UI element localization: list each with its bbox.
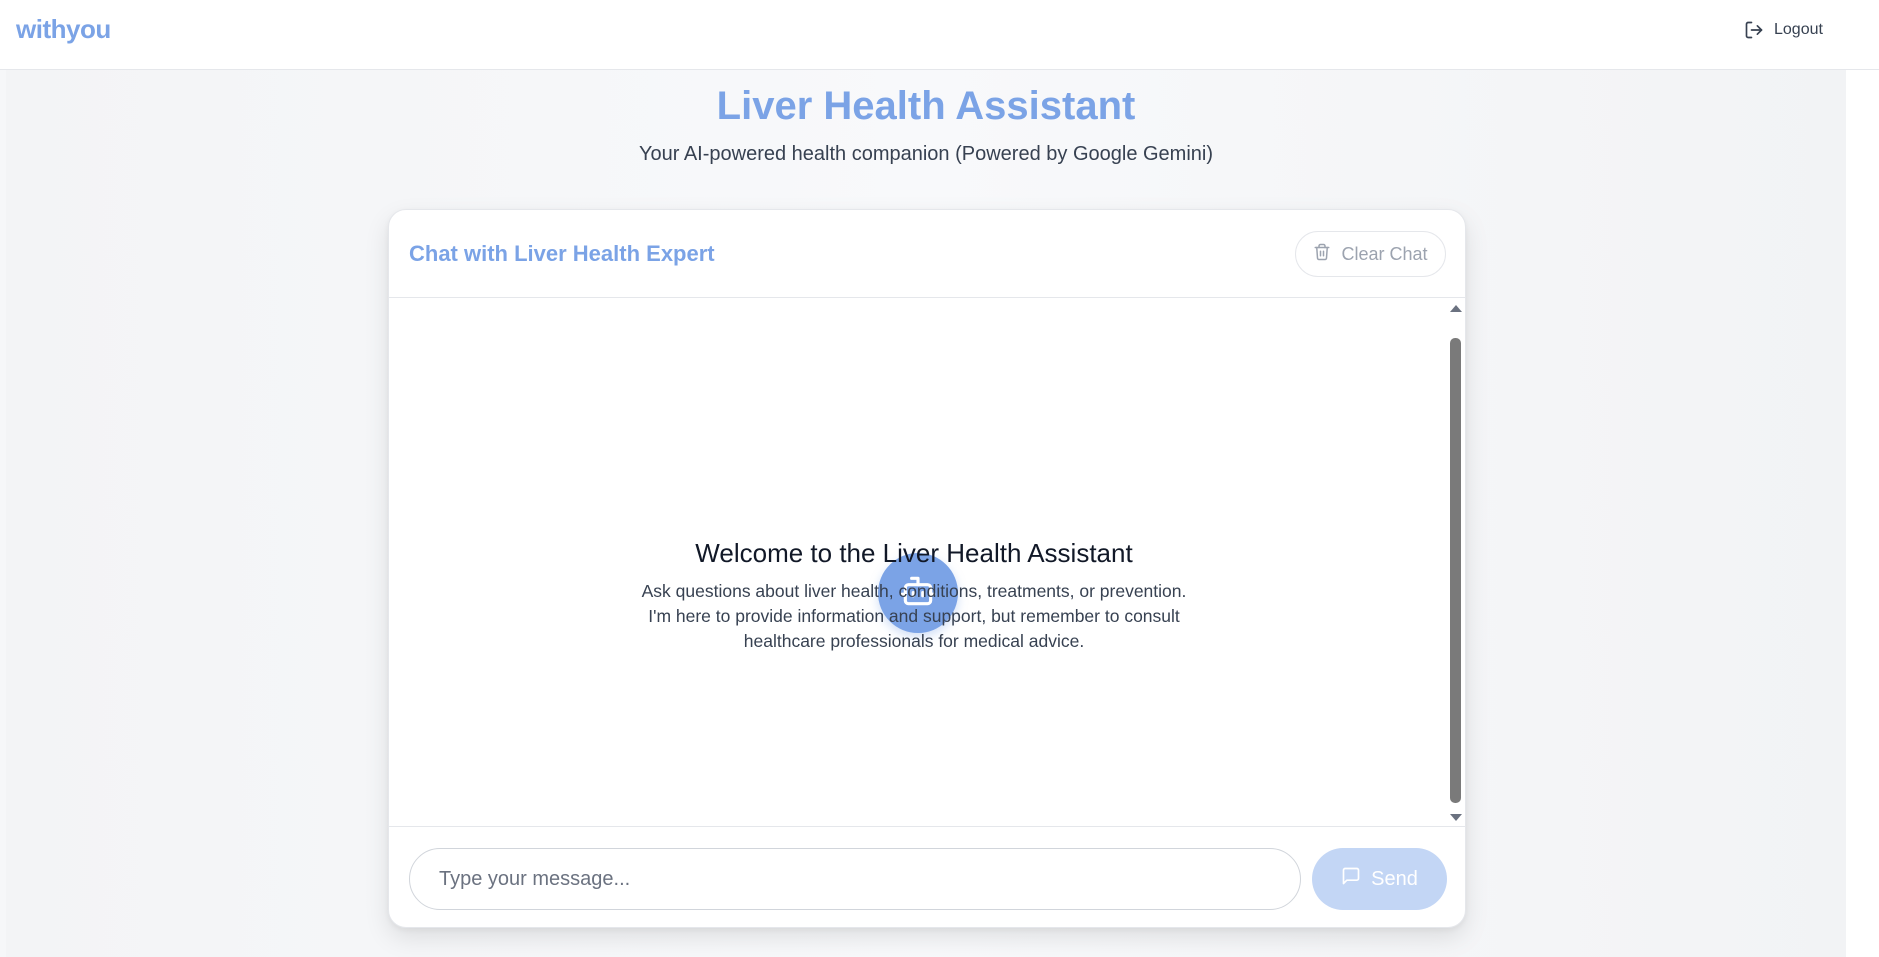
page-title: Liver Health Assistant <box>716 84 1136 128</box>
welcome-line: Ask questions about liver health, condit… <box>641 581 1187 601</box>
scroll-up-arrow-icon[interactable] <box>1450 305 1462 312</box>
message-composer: Send <box>389 826 1465 927</box>
message-input[interactable] <box>409 848 1301 910</box>
scroll-down-arrow-icon[interactable] <box>1450 814 1462 821</box>
page-right-gutter <box>1846 70 1879 957</box>
trash-icon <box>1313 242 1331 267</box>
welcome-line: healthcare professionals for medical adv… <box>743 631 1085 651</box>
chat-header: Chat with Liver Health Expert Clear Chat <box>389 210 1465 298</box>
brand-logo[interactable]: withyou <box>16 14 111 45</box>
logout-button[interactable]: Logout <box>1744 18 1823 42</box>
welcome-title: Welcome to the Liver Health Assistant <box>695 538 1133 568</box>
clear-chat-label: Clear Chat <box>1341 243 1428 264</box>
chat-title: Chat with Liver Health Expert <box>409 241 715 266</box>
chat-card: Chat with Liver Health Expert Clear Chat <box>388 209 1466 928</box>
message-scrollbar[interactable] <box>1448 305 1462 821</box>
send-label: Send <box>1371 867 1418 890</box>
clear-chat-button[interactable]: Clear Chat <box>1295 231 1446 277</box>
scroll-thumb[interactable] <box>1450 338 1461 803</box>
welcome-message: Ask questions about liver health, condit… <box>634 579 1194 654</box>
logout-label: Logout <box>1774 21 1823 38</box>
welcome-line: I'm here to provide information and supp… <box>648 606 1180 626</box>
logout-icon <box>1744 20 1764 40</box>
send-button[interactable]: Send <box>1312 848 1447 910</box>
page-subtitle: Your AI-powered health companion (Powere… <box>638 143 1214 165</box>
message-square-icon <box>1341 866 1361 892</box>
top-navbar: withyou Logout <box>0 0 1879 70</box>
